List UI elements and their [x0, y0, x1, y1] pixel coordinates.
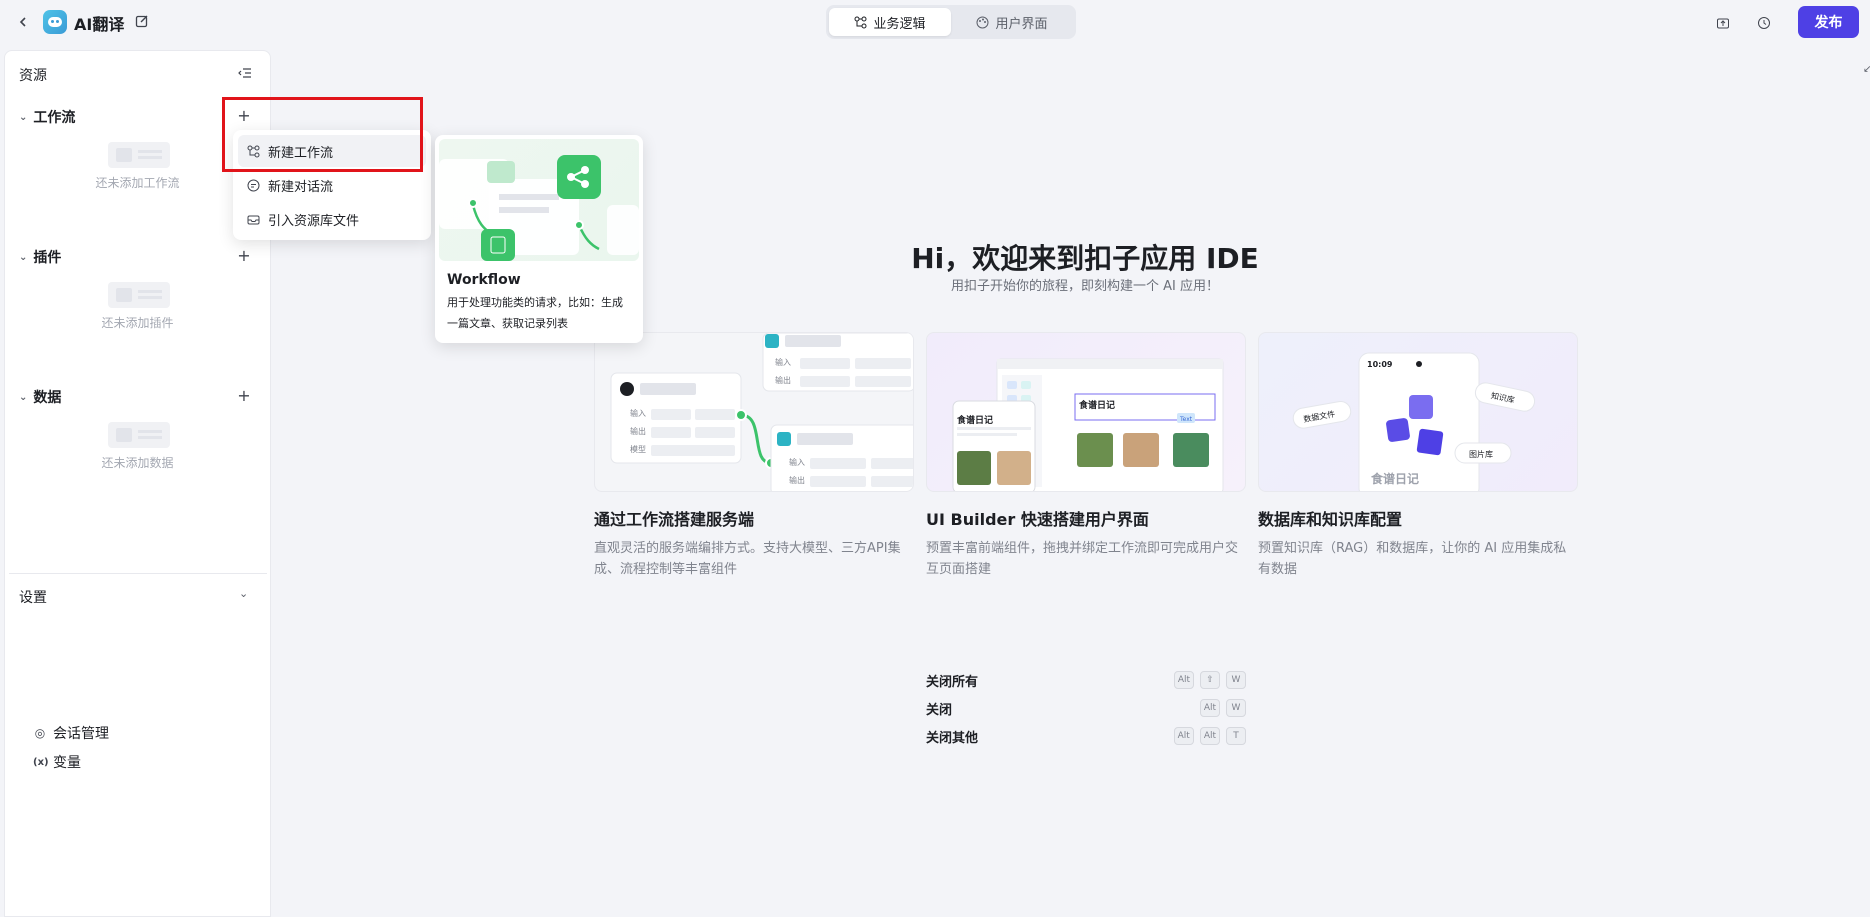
card-img-label: 10:09 — [1367, 360, 1393, 369]
shortcut-keys: Alt Alt T — [1173, 727, 1246, 745]
feature-card-desc: 直观灵活的服务端编排方式。支持大模型、三方API集成、流程控制等丰富组件 — [594, 541, 901, 577]
app-logo — [43, 10, 67, 34]
chat-flow-icon — [246, 178, 260, 192]
expand-icon[interactable]: ↙ — [1863, 64, 1870, 75]
add-plugin-button[interactable]: + — [234, 245, 254, 265]
chevron-down-icon: ⌄ — [19, 391, 28, 403]
workflow-preview-image — [439, 139, 639, 261]
feature-card-ui-builder[interactable]: 食谱日记 Text 食谱日记 UI Builder 快速搭建用户界面 预置丰富前… — [926, 332, 1246, 580]
feature-card-desc: 预置丰富前端组件，拖拽并绑定工作流即可完成用户交互页面搭建 — [926, 541, 1239, 577]
divider — [9, 573, 267, 574]
palette-icon — [976, 16, 989, 28]
tab-user-interface-label: 用户界面 — [995, 16, 1048, 32]
settings-item-variable[interactable]: (x) 变量 — [33, 752, 81, 772]
publish-button[interactable]: 发布 — [1798, 6, 1859, 38]
menu-item-label: 引入资源库文件 — [268, 213, 360, 229]
key: Alt — [1173, 671, 1194, 689]
section-plugin-header[interactable]: ⌄ 插件 — [19, 247, 61, 267]
menu-item-label: 新建对话流 — [268, 179, 334, 195]
card-img-label: 输入 — [775, 357, 791, 367]
empty-workflow-text: 还未添加工作流 — [95, 176, 180, 190]
workflow-preview-popover: Workflow 用于处理功能类的请求，比如：生成一篇文章、获取记录列表 — [435, 135, 643, 343]
card-img-label: 输出 — [775, 375, 791, 385]
feature-card-workflow[interactable]: 输入 输出 模型 输入 输出 输入 输出 通过工作流搭建服务端 直观灵活的服务端… — [594, 332, 914, 580]
chevron-down-icon: ⌄ — [19, 111, 28, 123]
add-data-button[interactable]: + — [234, 385, 254, 405]
shortcut-keys: Alt W — [1199, 699, 1246, 717]
back-arrow-icon[interactable] — [12, 11, 34, 33]
edit-icon[interactable] — [133, 12, 151, 30]
archive-icon[interactable] — [1712, 12, 1734, 34]
key: Alt — [1199, 699, 1220, 717]
tab-business-logic[interactable]: 业务逻辑 — [829, 8, 951, 36]
empty-plugin-text: 还未添加插件 — [101, 316, 174, 330]
section-data-header[interactable]: ⌄ 数据 — [19, 387, 61, 407]
shortcut-close-others: 关闭其他 Alt Alt T — [926, 726, 1246, 746]
key: Alt — [1199, 727, 1220, 745]
chat-settings-icon: ◎ — [34, 726, 46, 740]
feature-card-title: UI Builder 快速搭建用户界面 — [926, 510, 1149, 529]
workflow-illustration: 输入 输出 模型 输入 输出 输入 输出 — [594, 332, 914, 492]
card-img-label: Text — [1179, 416, 1193, 423]
card-img-label: 图片库 — [1469, 449, 1493, 459]
section-workflow-label: 工作流 — [33, 110, 76, 126]
section-workflow-header[interactable]: ⌄ 工作流 — [19, 107, 75, 127]
feature-card-database[interactable]: 10:09 食谱日记 数据文件 知识库 图片库 数据库和知识库配置 预置知识库（… — [1258, 332, 1578, 580]
popover-title: Workflow — [447, 272, 521, 288]
sidebar-title: 资源 — [19, 68, 47, 84]
card-img-label: 输入 — [789, 457, 805, 467]
card-img-label: 输出 — [630, 426, 646, 436]
card-img-label: 模型 — [630, 444, 646, 454]
empty-illustration — [108, 282, 170, 308]
menu-item-import-library[interactable]: 引入资源库文件 — [238, 203, 426, 235]
card-img-label: 食谱日记 — [1370, 471, 1419, 486]
empty-illustration — [108, 142, 170, 168]
card-img-label: 输入 — [630, 408, 646, 418]
feature-card-title: 通过工作流搭建服务端 — [594, 510, 755, 529]
collapse-sidebar-icon[interactable] — [235, 63, 255, 83]
key: W — [1226, 671, 1246, 689]
variable-icon: (x) — [33, 756, 49, 768]
database-illustration: 10:09 食谱日记 数据文件 知识库 图片库 — [1258, 332, 1578, 492]
shortcut-label: 关闭其他 — [926, 730, 979, 746]
menu-item-new-chatflow[interactable]: 新建对话流 — [238, 169, 426, 201]
shortcut-label: 关闭 — [926, 702, 953, 718]
app-name: AI翻译 — [74, 15, 125, 34]
resource-sidebar: 资源 ⌄ 工作流 + 还未添加工作流 ⌄ 插件 + 还未添加插件 ⌄ 数据 + … — [4, 50, 271, 917]
chevron-down-icon[interactable]: ⌄ — [239, 587, 248, 600]
shortcut-label: 关闭所有 — [926, 674, 979, 690]
settings-item-label: 会话管理 — [53, 726, 109, 742]
shortcut-keys: Alt ⇧ W — [1173, 671, 1246, 689]
settings-header[interactable]: 设置 — [19, 587, 47, 607]
card-img-label: 食谱日记 — [956, 414, 993, 426]
card-img-label: 食谱日记 — [1078, 399, 1115, 411]
key: Alt — [1173, 727, 1194, 745]
feature-card-desc: 预置知识库（RAG）和数据库，让你的 AI 应用集成私有数据 — [1258, 541, 1567, 577]
feature-card-title: 数据库和知识库配置 — [1258, 510, 1403, 529]
shortcut-close-all: 关闭所有 Alt ⇧ W — [926, 670, 1246, 690]
shortcut-close: 关闭 Alt W — [926, 698, 1246, 718]
mode-switcher: 业务逻辑 用户界面 — [826, 5, 1076, 39]
section-plugin-label: 插件 — [33, 250, 62, 266]
history-icon[interactable] — [1753, 12, 1775, 34]
key: T — [1226, 727, 1246, 745]
key: W — [1226, 699, 1246, 717]
highlight-annotation — [222, 97, 423, 172]
empty-data-text: 还未添加数据 — [101, 456, 174, 470]
empty-illustration — [108, 422, 170, 448]
settings-item-chat-management[interactable]: ◎ 会话管理 — [33, 723, 109, 743]
popover-desc: 用于处理功能类的请求，比如：生成一篇文章、获取记录列表 — [447, 296, 623, 330]
key: ⇧ — [1200, 671, 1220, 689]
import-icon — [246, 212, 260, 226]
settings-item-label: 变量 — [53, 755, 81, 771]
section-data-label: 数据 — [33, 390, 62, 406]
card-img-label: 输出 — [789, 475, 805, 485]
ui-builder-illustration: 食谱日记 Text 食谱日记 — [926, 332, 1246, 492]
chevron-down-icon: ⌄ — [19, 251, 28, 263]
top-bar: AI翻译 业务逻辑 用户界面 发布 — [0, 0, 1870, 44]
tab-user-interface[interactable]: 用户界面 — [951, 8, 1073, 36]
tab-business-logic-label: 业务逻辑 — [873, 16, 926, 32]
workflow-icon — [854, 16, 867, 28]
